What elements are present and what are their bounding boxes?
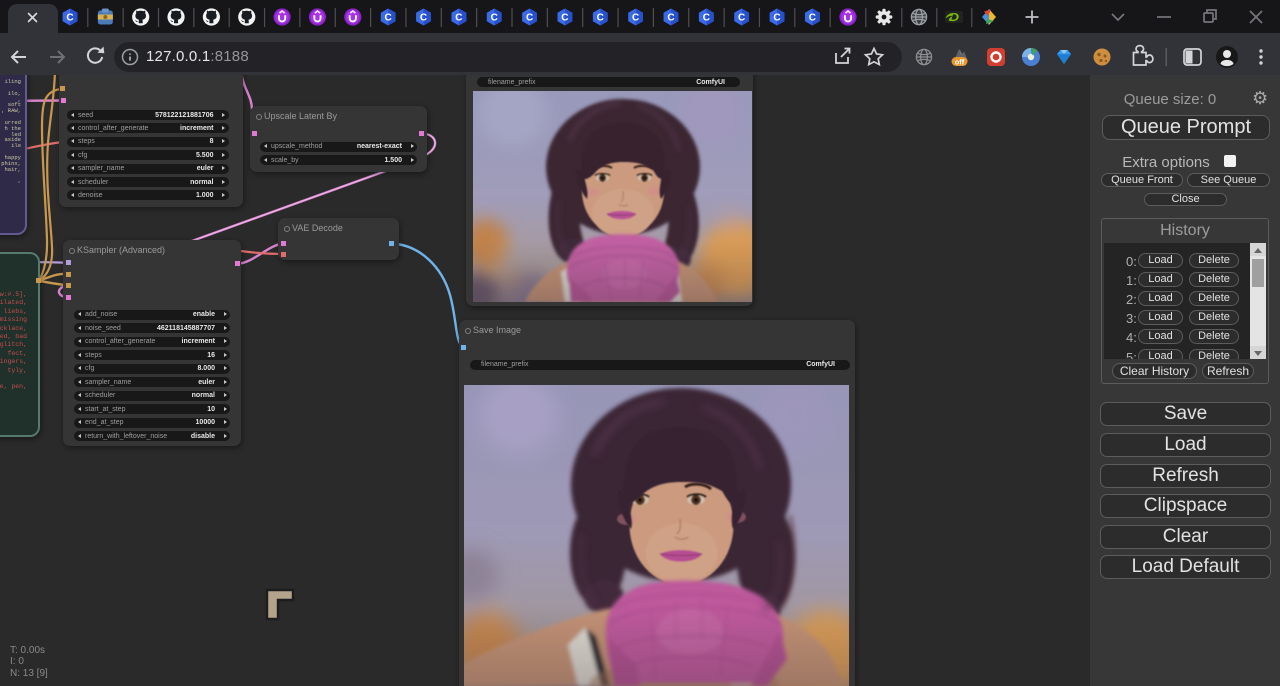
svg-text:C: C <box>66 13 73 24</box>
svg-text:C: C <box>491 13 498 24</box>
svg-text:C: C <box>809 13 816 24</box>
svg-text:C: C <box>385 13 392 24</box>
svg-text:C: C <box>773 13 780 24</box>
svg-text:C: C <box>632 13 639 24</box>
svg-text:C: C <box>667 13 674 24</box>
svg-text:C: C <box>526 13 533 24</box>
svg-text:C: C <box>703 13 710 24</box>
svg-text:C: C <box>561 13 568 24</box>
svg-text:C: C <box>738 13 745 24</box>
svg-text:C: C <box>455 13 462 24</box>
svg-text:C: C <box>420 13 427 24</box>
svg-text:off: off <box>955 57 965 66</box>
svg-text:C: C <box>597 13 604 24</box>
